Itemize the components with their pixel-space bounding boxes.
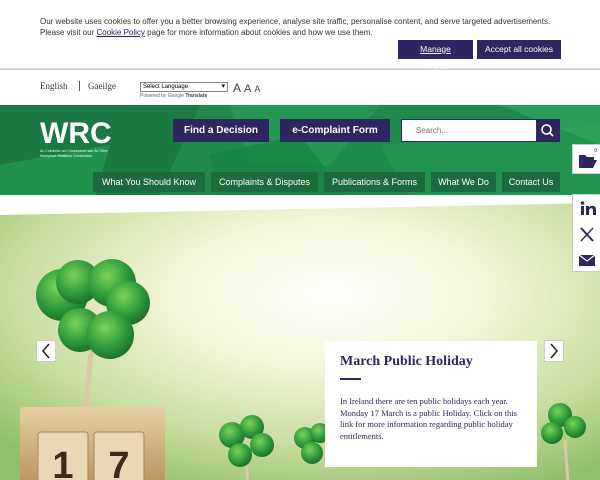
cookie-text-after: page for more information about cookies …	[144, 28, 373, 37]
google-translate-credit: Powered by Google Translate	[140, 93, 207, 99]
cookie-message: Our website uses cookies to offer you a …	[40, 16, 560, 38]
carousel-prev-button[interactable]	[36, 340, 56, 362]
linkedin-icon	[580, 201, 596, 215]
x-twitter-icon	[580, 227, 594, 242]
calendar-blocks: 1 7	[20, 407, 165, 480]
wrc-logo[interactable]: WRC An Coimisiún um Chaidreamh san Áit O…	[40, 119, 130, 159]
slide-body-text: In Ireland there are ten public holidays…	[340, 396, 517, 441]
language-english-link[interactable]: English	[40, 81, 68, 91]
logo-subtitle-english: Workplace Relations Commission	[40, 154, 93, 158]
slide-title-underline	[340, 378, 361, 380]
chevron-left-icon	[42, 343, 50, 359]
saved-items-tab[interactable]: 0	[572, 144, 600, 174]
share-x-button[interactable]	[573, 221, 600, 247]
find-a-decision-button[interactable]: Find a Decision	[173, 119, 269, 142]
nav-contact-us[interactable]: Contact Us	[502, 172, 560, 192]
share-linkedin-button[interactable]	[573, 195, 600, 221]
font-size-medium-button[interactable]: A	[244, 83, 251, 95]
translate-language-select[interactable]: Select Language	[140, 82, 228, 92]
nav-publications-forms[interactable]: Publications & Forms	[324, 172, 425, 192]
slide-caption-card[interactable]: March Public Holiday In Ireland there ar…	[325, 341, 537, 467]
calendar-digit-1: 1	[52, 445, 73, 480]
saved-items-count: 0	[594, 148, 597, 154]
share-toolbar	[572, 194, 600, 272]
search-input[interactable]	[402, 120, 537, 141]
font-size-large-button[interactable]: A	[233, 81, 241, 95]
font-size-small-button[interactable]: A	[254, 84, 260, 94]
search-box	[401, 119, 560, 142]
email-icon	[578, 254, 596, 266]
language-irish-link[interactable]: Gaeilge	[88, 81, 116, 91]
font-size-controls: AAA	[233, 79, 263, 97]
google-label: Google	[167, 93, 184, 99]
nav-what-you-should-know[interactable]: What You Should Know	[93, 172, 205, 192]
language-bar: English Gaeilge Select Language Powered …	[0, 69, 600, 105]
share-email-button[interactable]	[573, 247, 600, 273]
accept-all-cookies-button[interactable]: Accept all cookies	[477, 40, 561, 59]
search-button[interactable]	[536, 120, 559, 141]
logo-text: WRC	[40, 117, 112, 150]
slide-title: March Public Holiday	[340, 354, 473, 369]
nav-what-we-do[interactable]: What We Do	[431, 172, 496, 192]
e-complaint-form-button[interactable]: e-Complaint Form	[280, 119, 390, 142]
cookie-banner: Our website uses cookies to offer you a …	[0, 0, 600, 73]
calendar-digit-7: 7	[108, 445, 129, 480]
manage-cookies-button[interactable]: Manage cookies	[398, 40, 473, 73]
translate-label: Translate	[185, 93, 208, 99]
chevron-right-icon	[550, 343, 558, 359]
language-separator	[79, 81, 80, 91]
nav-complaints-disputes[interactable]: Complaints & Disputes	[211, 172, 318, 192]
search-icon	[541, 124, 554, 137]
cookie-policy-link[interactable]: Cookie Policy	[96, 28, 144, 37]
powered-by-label: Powered by	[140, 93, 167, 99]
carousel-next-button[interactable]	[544, 340, 564, 362]
